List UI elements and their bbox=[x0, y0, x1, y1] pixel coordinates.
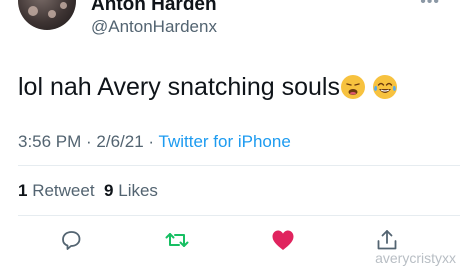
avatar[interactable] bbox=[18, 0, 76, 30]
retweet-icon bbox=[165, 233, 189, 247]
share-icon bbox=[377, 230, 397, 250]
likes-label: Likes bbox=[118, 181, 158, 200]
engagement-stats: 1 Retweet 9 Likes bbox=[18, 180, 158, 202]
more-options-icon[interactable]: ••• bbox=[420, 0, 440, 10]
tweet-date[interactable]: 2/6/21 bbox=[96, 132, 143, 151]
tweet-text-content: lol nah Avery snatching souls bbox=[18, 73, 340, 101]
retweet-button[interactable] bbox=[164, 227, 190, 253]
tweet-time[interactable]: 3:56 PM bbox=[18, 132, 81, 151]
tweet-text: lol nah Avery snatching souls bbox=[18, 71, 397, 103]
tears-of-joy-emoji bbox=[372, 75, 397, 99]
avatar-detail bbox=[60, 2, 67, 9]
like-button[interactable] bbox=[270, 227, 296, 253]
meta-separator: · bbox=[143, 132, 159, 151]
retweets-stat[interactable]: 1 Retweet bbox=[18, 181, 95, 200]
reply-icon bbox=[62, 231, 81, 250]
likes-stat[interactable]: 9 Likes bbox=[104, 181, 158, 200]
reply-button[interactable] bbox=[58, 227, 84, 253]
author-display-name[interactable]: Anton Harden bbox=[91, 0, 217, 16]
retweets-label: Retweet bbox=[32, 181, 95, 200]
likes-count: 9 bbox=[104, 181, 114, 200]
watermark: averycristyxx bbox=[375, 250, 456, 266]
avatar-detail bbox=[28, 6, 38, 16]
retweets-count: 1 bbox=[18, 181, 28, 200]
weary-face-emoji bbox=[340, 75, 365, 99]
divider bbox=[18, 215, 460, 216]
heart-icon bbox=[272, 230, 294, 250]
avatar-detail bbox=[48, 10, 56, 18]
tweet-meta: 3:56 PM · 2/6/21 · Twitter for iPhone bbox=[18, 131, 291, 153]
meta-separator: · bbox=[81, 132, 97, 151]
divider bbox=[18, 165, 460, 166]
tweet-source-link[interactable]: Twitter for iPhone bbox=[159, 132, 291, 151]
author-handle[interactable]: @AntonHardenx bbox=[91, 17, 217, 37]
